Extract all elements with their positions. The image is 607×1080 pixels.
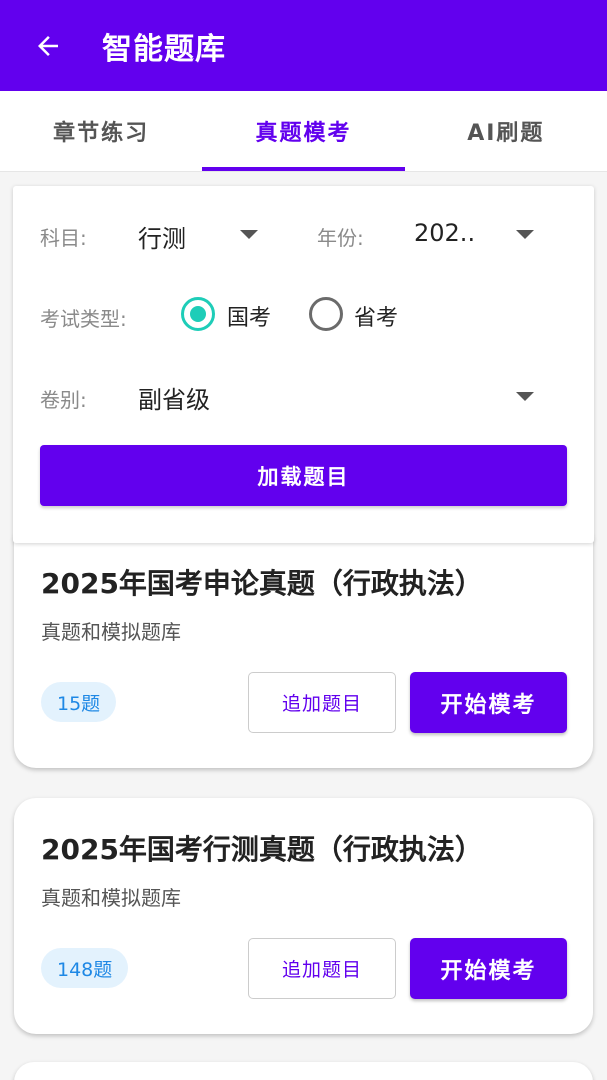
year-label: 年份: <box>317 226 364 250</box>
exam-card-partial <box>14 1062 593 1080</box>
paper-label: 卷别: <box>40 388 87 412</box>
question-count-badge: 15题 <box>41 682 117 722</box>
radio-guokao[interactable] <box>181 297 215 331</box>
exam-card: 2025年国考申论真题（行政执法） 真题和模拟题库 15题 追加题目 开始模考 <box>14 520 593 768</box>
exam-card: 2025年国考行测真题（行政执法） 真题和模拟题库 148题 追加题目 开始模考 <box>14 798 593 1034</box>
card-subtitle: 真题和模拟题库 <box>41 620 181 644</box>
question-count-badge: 148题 <box>41 948 129 988</box>
card-subtitle: 真题和模拟题库 <box>41 886 181 910</box>
arrow-left-icon <box>38 35 58 56</box>
exam-type-label: 考试类型: <box>40 307 127 331</box>
start-exam-button[interactable]: 开始模考 <box>410 938 567 999</box>
add-questions-button[interactable]: 追加题目 <box>248 672 396 733</box>
radio-guokao-label[interactable]: 国考 <box>227 300 271 332</box>
start-exam-button[interactable]: 开始模考 <box>410 672 567 733</box>
load-questions-button[interactable]: 加载题目 <box>40 445 567 506</box>
year-select[interactable]: 202.. <box>414 219 475 247</box>
add-questions-button[interactable]: 追加题目 <box>248 938 396 999</box>
subject-select[interactable]: 行测 <box>138 219 186 254</box>
filter-panel: 科目: 行测 年份: 202.. 考试类型: 国考 省考 卷别: 副省级 加载题… <box>13 186 594 543</box>
year-dropdown-icon[interactable] <box>516 230 534 239</box>
subject-label: 科目: <box>40 226 87 250</box>
paper-dropdown-icon[interactable] <box>516 392 534 401</box>
subject-dropdown-icon[interactable] <box>240 230 258 239</box>
app-bar: 智能题库 <box>0 0 607 91</box>
tab-real-exam[interactable]: 真题模考 <box>202 91 405 171</box>
card-title: 2025年国考申论真题（行政执法） <box>41 567 483 600</box>
tab-ai-practice[interactable]: AI刷题 <box>405 91 607 171</box>
radio-shengkao-label[interactable]: 省考 <box>354 300 398 332</box>
tab-bar: 章节练习 真题模考 AI刷题 <box>0 91 607 172</box>
radio-shengkao[interactable] <box>309 297 343 331</box>
card-title: 2025年国考行测真题（行政执法） <box>41 833 483 866</box>
back-button[interactable] <box>0 0 96 91</box>
page-title: 智能题库 <box>102 31 226 67</box>
paper-select[interactable]: 副省级 <box>138 380 210 415</box>
tab-chapter-practice[interactable]: 章节练习 <box>0 91 202 171</box>
